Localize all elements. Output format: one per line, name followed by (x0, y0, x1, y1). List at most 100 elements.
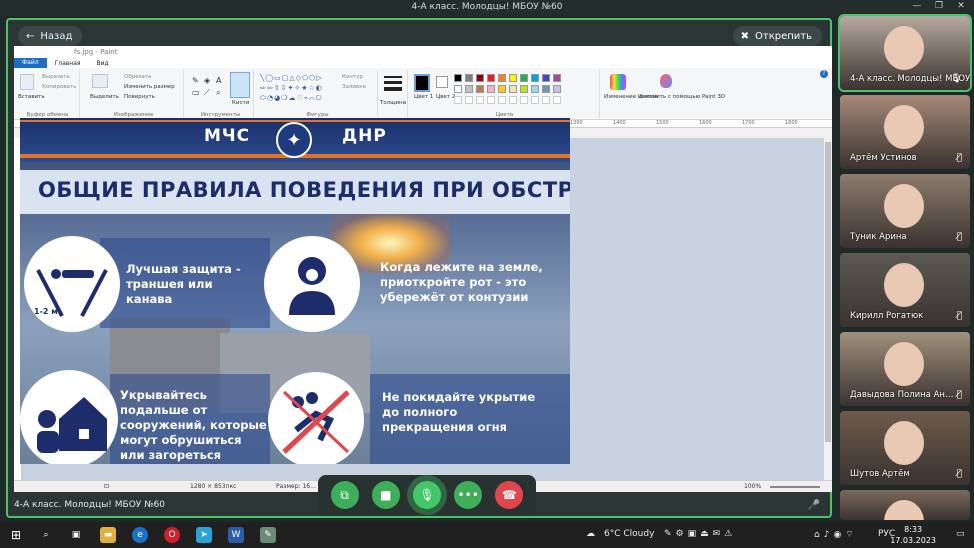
fill-icon[interactable]: ◈ (204, 76, 210, 85)
custom-color-slot[interactable] (465, 96, 473, 104)
pencil-icon[interactable]: ✎ (192, 76, 199, 85)
fill-label[interactable]: Заливка (342, 84, 366, 90)
color2-swatch[interactable] (436, 76, 448, 88)
share-screen-button[interactable]: ⧉ (330, 481, 359, 509)
palette-swatch[interactable] (520, 74, 528, 82)
shapes-gallery[interactable]: ╲◯▭▢△◇⬠⬡▷ (260, 74, 323, 82)
shapes-gallery-row2[interactable]: ⇨⇦⇧⇩✦✧★☆◐ (260, 84, 323, 92)
mic-muted-icon: 🎙̸ (956, 390, 962, 400)
custom-color-slot[interactable] (531, 96, 539, 104)
search-icon[interactable]: ⌕ (38, 527, 54, 543)
picker-icon[interactable]: ⟋ (204, 88, 210, 98)
size-label[interactable]: Толщина (380, 100, 406, 106)
select-label[interactable]: Выделить (90, 94, 119, 100)
word-icon[interactable]: W (228, 527, 244, 543)
vertical-scrollbar[interactable] (824, 138, 832, 480)
notifications-icon[interactable]: ▭ (956, 529, 965, 539)
custom-color-slot[interactable] (487, 96, 495, 104)
crop-label[interactable]: Обрезать (124, 74, 151, 80)
participant-tile[interactable]: Давыдова Полина Ан… 🎙̸ (840, 332, 970, 406)
cut-label[interactable]: Вырезать (42, 74, 70, 80)
restore-icon[interactable]: ❐ (928, 1, 950, 11)
palette-swatch[interactable] (553, 74, 561, 82)
network-volume-icons[interactable]: ⌂♪◉⌔ (814, 529, 858, 540)
select-icon[interactable] (92, 74, 108, 88)
palette-swatch[interactable] (476, 74, 484, 82)
back-button[interactable]: ← Назад (18, 26, 83, 46)
mic-muted-icon: 🎙̸ (956, 469, 962, 479)
weather-icon[interactable]: ☁ (586, 529, 595, 539)
outline-label[interactable]: Контур (342, 74, 363, 80)
participant-tile[interactable]: 4-А класс. Молодцы! МБОУ №60🎙 (838, 14, 972, 92)
clock-date: 17.03.2023 (890, 536, 936, 545)
palette-swatch[interactable] (465, 85, 473, 93)
participant-tile[interactable] (840, 490, 970, 520)
custom-color-slot[interactable] (498, 96, 506, 104)
camera-button[interactable]: ■ (371, 481, 400, 509)
tab-view[interactable]: Вид (89, 60, 117, 67)
palette-swatch[interactable] (509, 74, 517, 82)
custom-color-slot[interactable] (553, 96, 561, 104)
end-call-button[interactable]: ☎ (495, 481, 524, 509)
palette-swatch[interactable] (465, 74, 473, 82)
microphone-button[interactable]: 🎙 (412, 481, 441, 509)
custom-color-slot[interactable] (542, 96, 550, 104)
file-size: Размер: 16… (276, 483, 317, 490)
file-explorer-icon[interactable]: ▬ (100, 527, 116, 543)
custom-color-slot[interactable] (476, 96, 484, 104)
paste-icon[interactable] (20, 74, 34, 90)
opera-icon[interactable]: O (164, 527, 180, 543)
unpin-button[interactable]: ✖ Открепить (732, 26, 822, 46)
palette-swatch[interactable] (498, 74, 506, 82)
rotate-label[interactable]: Повернуть (124, 94, 155, 100)
palette-swatch[interactable] (531, 85, 539, 93)
tab-home[interactable]: Главная (47, 60, 89, 67)
minimize-icon[interactable]: — (906, 1, 928, 11)
paste-label[interactable]: Вставить (18, 94, 45, 100)
close-icon[interactable]: ✕ (950, 1, 972, 11)
participant-tile[interactable]: Туник Арина 🎙̸ (840, 174, 970, 248)
resize-label[interactable]: Изменить размер (124, 84, 175, 90)
task-view-icon[interactable]: ▣ (68, 527, 84, 543)
edit-colors-icon[interactable] (610, 74, 626, 90)
text-icon[interactable]: A (216, 76, 221, 85)
paint3d-label[interactable]: Изменить с помощью Paint 3D (638, 94, 725, 100)
palette-swatch[interactable] (487, 74, 495, 82)
telegram-icon[interactable]: ➤ (196, 527, 212, 543)
palette-swatch[interactable] (531, 74, 539, 82)
tab-file[interactable]: Файл (14, 58, 47, 68)
paint-app-icon[interactable]: ✎ (260, 527, 276, 543)
start-icon[interactable]: ⊞ (8, 527, 24, 543)
palette-swatch[interactable] (454, 74, 462, 82)
eraser-icon[interactable]: ▭ (192, 88, 200, 97)
palette-swatch[interactable] (542, 74, 550, 82)
brushes-button[interactable] (230, 72, 250, 98)
palette-swatch[interactable] (498, 85, 506, 93)
custom-color-slot[interactable] (454, 96, 462, 104)
more-button[interactable]: ••• (454, 481, 483, 509)
color1-swatch[interactable] (414, 74, 430, 92)
palette-swatch[interactable] (520, 85, 528, 93)
paint3d-icon[interactable] (660, 74, 672, 88)
custom-color-slot[interactable] (520, 96, 528, 104)
participant-tile[interactable]: Артём Устинов 🎙̸ (840, 95, 970, 169)
edge-icon[interactable]: e (132, 527, 148, 543)
copy-label[interactable]: Копировать (42, 84, 76, 90)
scrollbar-thumb[interactable] (825, 142, 831, 442)
clock[interactable]: 8:33 17.03.2023 (890, 524, 936, 546)
custom-color-slot[interactable] (509, 96, 517, 104)
zoom-icon[interactable]: ⌕ (216, 88, 220, 98)
participant-tile[interactable]: Кирилл Рогатюк 🎙̸ (840, 253, 970, 327)
tray-icons[interactable]: ✎⚙▣⏏✉⚠ (664, 529, 736, 539)
help-icon[interactable]: ? (820, 70, 828, 78)
palette-swatch[interactable] (487, 85, 495, 93)
participant-tile[interactable]: Шутов Артём 🎙̸ (840, 411, 970, 485)
palette-swatch[interactable] (454, 85, 462, 93)
palette-swatch[interactable] (509, 85, 517, 93)
palette-swatch[interactable] (542, 85, 550, 93)
palette-swatch[interactable] (476, 85, 484, 93)
weather-text[interactable]: 6°C Cloudy (604, 529, 654, 539)
zoom-slider[interactable] (770, 486, 820, 488)
palette-swatch[interactable] (553, 85, 561, 93)
shapes-gallery-row3[interactable]: ⬭◔◕❍☁♡⌁⌒⎔ (260, 94, 323, 103)
